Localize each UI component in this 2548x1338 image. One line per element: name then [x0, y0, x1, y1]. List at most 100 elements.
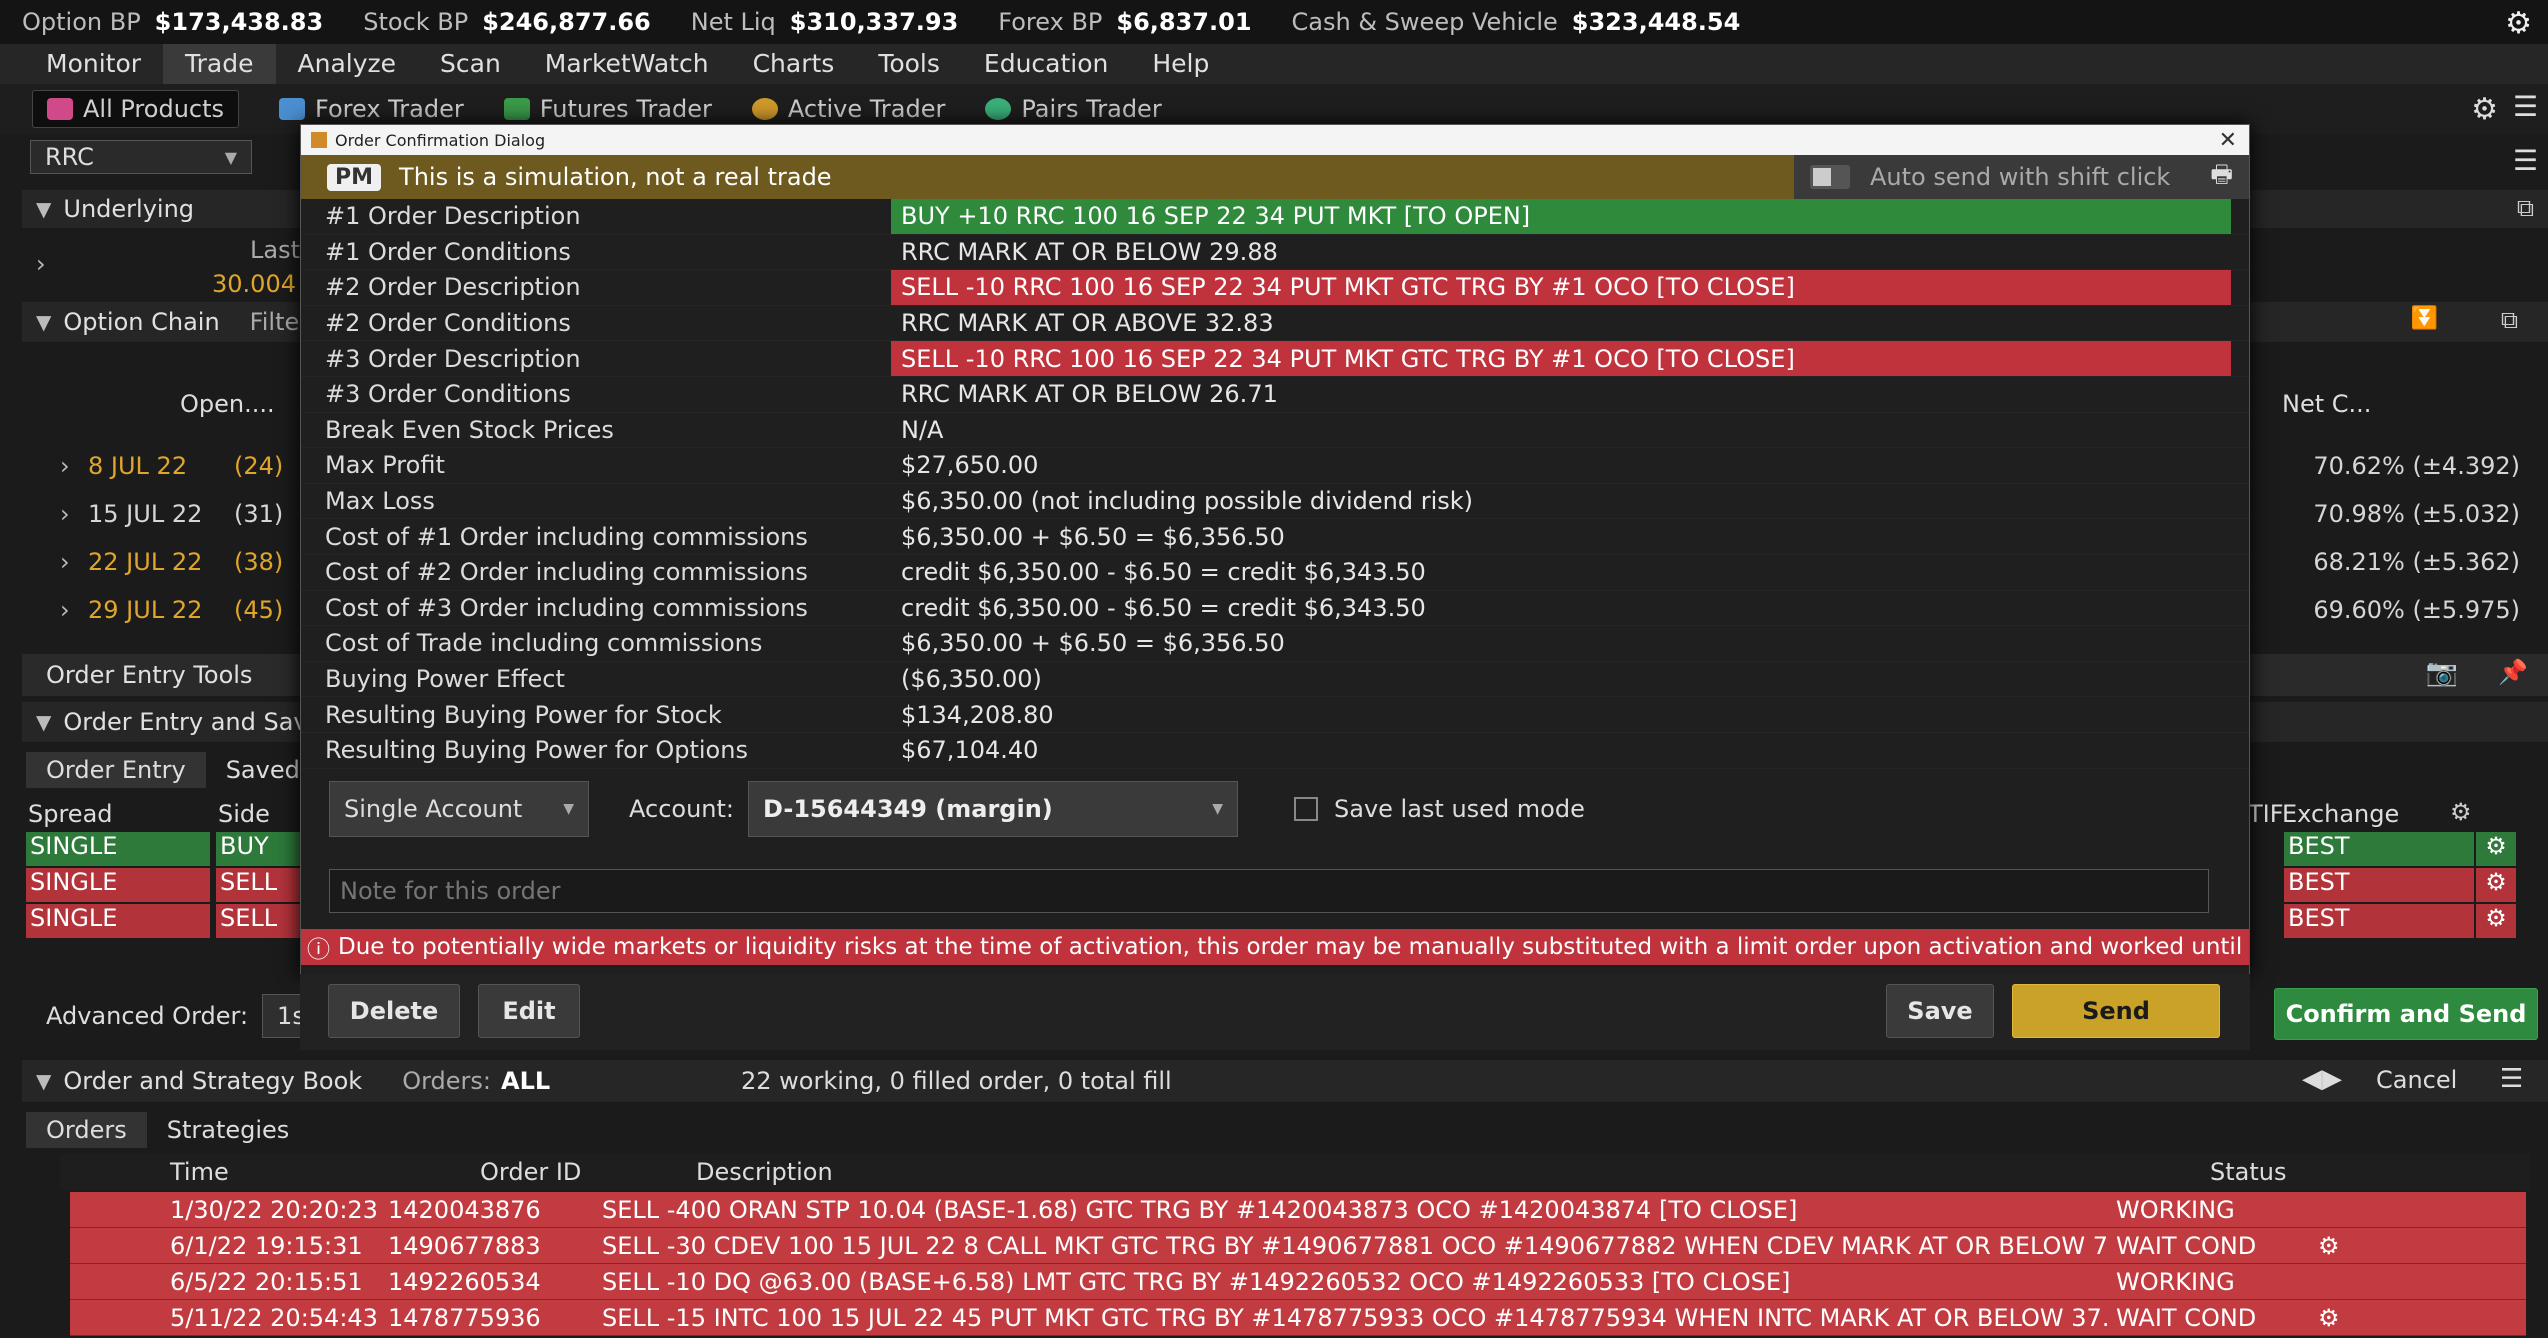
- tab-strategies[interactable]: Strategies: [147, 1112, 310, 1148]
- detail-value: BUY +10 RRC 100 16 SEP 22 34 PUT MKT [TO…: [891, 199, 2231, 234]
- tab-order-entry[interactable]: Order Entry: [26, 752, 206, 788]
- row-settings-icon[interactable]: ⚙: [2318, 1232, 2340, 1260]
- chevron-right-icon: ›: [60, 548, 70, 576]
- orders-filter-value[interactable]: ALL: [501, 1067, 721, 1095]
- leg-spread[interactable]: SINGLE: [26, 832, 210, 866]
- dialog-titlebar[interactable]: Order Confirmation Dialog ✕: [301, 125, 2249, 155]
- cancel-order-button[interactable]: Cancel: [2376, 1066, 2457, 1094]
- leg-exchange[interactable]: BEST: [2284, 832, 2474, 866]
- stock-bp: Stock BP $246,877.66: [363, 8, 669, 36]
- chevron-down-icon[interactable]: ▼: [36, 1069, 51, 1093]
- split-icon[interactable]: ◀▶: [2302, 1064, 2342, 1094]
- edit-button[interactable]: Edit: [478, 984, 580, 1038]
- symbol-input[interactable]: RRC ▼: [30, 140, 252, 174]
- leg-exchange[interactable]: BEST: [2284, 904, 2474, 938]
- option-chain-col-net[interactable]: Net C...: [2282, 390, 2371, 418]
- leg-side[interactable]: BUY: [216, 832, 306, 866]
- detail-value: $6,350.00 + $6.50 = $6,356.50: [901, 629, 1285, 658]
- close-icon[interactable]: ✕: [2219, 128, 2237, 153]
- menu-scan[interactable]: Scan: [418, 44, 523, 84]
- menu-marketwatch[interactable]: MarketWatch: [523, 44, 731, 84]
- leg-settings-icon[interactable]: ⚙: [2476, 904, 2516, 938]
- stock-bp-label: Stock BP: [363, 8, 469, 36]
- all-products-button[interactable]: All Products: [32, 90, 240, 128]
- pairs-trader-button[interactable]: Pairs Trader: [985, 95, 1162, 123]
- col-status[interactable]: Status: [2210, 1158, 2286, 1186]
- order-id: 1490677883: [388, 1231, 541, 1260]
- menu-charts[interactable]: Charts: [731, 44, 857, 84]
- active-trader-button[interactable]: Active Trader: [751, 95, 945, 123]
- table-row[interactable]: 1/30/22 20:20:23 1420043876 SELL -400 OR…: [70, 1192, 2526, 1228]
- list-icon[interactable]: ☰: [2500, 1064, 2523, 1094]
- order-entry-col-side[interactable]: Side: [218, 800, 270, 828]
- option-chain-filter[interactable]: Filte: [250, 308, 300, 336]
- account-value: D-15644349 (margin): [763, 795, 1053, 823]
- chevron-down-icon: ▼: [563, 801, 574, 817]
- account-row: Single Account ▼ Account: D-15644349 (ma…: [329, 781, 1585, 837]
- detail-row: Resulting Buying Power for Stock $134,208…: [301, 697, 2249, 733]
- popout-icon[interactable]: ⧉: [2501, 306, 2518, 334]
- row-settings-icon[interactable]: ⚙: [2318, 1304, 2340, 1332]
- confirm-and-send-button[interactable]: Confirm and Send: [2274, 988, 2538, 1040]
- tab-orders[interactable]: Orders: [26, 1112, 147, 1148]
- cash-sweep-value: $323,448.54: [1571, 8, 1741, 36]
- leg-spread[interactable]: SINGLE: [26, 868, 210, 902]
- col-description[interactable]: Description: [696, 1158, 833, 1186]
- auto-send-toggle[interactable]: [1810, 165, 1851, 189]
- leg-side[interactable]: SELL: [216, 868, 306, 902]
- save-mode-checkbox[interactable]: [1294, 797, 1318, 821]
- menu-education[interactable]: Education: [962, 44, 1130, 84]
- send-button[interactable]: Send: [2012, 984, 2220, 1038]
- order-note-input[interactable]: [329, 869, 2209, 913]
- order-description: SELL -10 DQ @63.00 (BASE+6.58) LMT GTC T…: [602, 1267, 1791, 1296]
- table-row[interactable]: 6/5/22 20:15:51 1492260534 SELL -10 DQ @…: [70, 1264, 2526, 1300]
- table-row[interactable]: 5/11/22 20:54:43 1478775936 SELL -15 INT…: [70, 1300, 2526, 1336]
- chevron-right-icon[interactable]: ›: [36, 250, 46, 278]
- leg-settings-icon[interactable]: ⚙: [2476, 832, 2516, 866]
- list-icon[interactable]: ☰: [2513, 144, 2538, 177]
- popout-icon[interactable]: ⧉: [2517, 194, 2534, 222]
- option-bp-label: Option BP: [22, 8, 141, 36]
- col-order-id[interactable]: Order ID: [480, 1158, 581, 1186]
- table-row[interactable]: 6/1/22 19:15:31 1490677883 SELL -30 CDEV…: [70, 1228, 2526, 1264]
- col-time[interactable]: Time: [170, 1158, 229, 1186]
- account-select[interactable]: D-15644349 (margin) ▼: [748, 781, 1238, 837]
- settings-gear-icon[interactable]: ⚙: [2471, 92, 2498, 127]
- order-description: SELL -30 CDEV 100 15 JUL 22 8 CALL MKT G…: [602, 1231, 2108, 1260]
- detail-row: #1 Order Conditions RRC MARK AT OR BELOW …: [301, 235, 2249, 271]
- gear-icon[interactable]: ⚙: [2505, 6, 2532, 41]
- chevron-right-icon: ›: [60, 452, 70, 480]
- futures-trader-button[interactable]: Futures Trader: [503, 95, 712, 123]
- order-entry-col-exchange[interactable]: Exchange: [2282, 800, 2399, 828]
- leg-side[interactable]: SELL: [216, 904, 306, 938]
- pin-icon[interactable]: 📌: [2498, 658, 2528, 686]
- list-icon[interactable]: ☰: [2513, 90, 2538, 123]
- forex-trader-button[interactable]: Forex Trader: [279, 95, 464, 123]
- warning-icon: ⓘ: [307, 937, 330, 963]
- save-button[interactable]: Save: [1886, 984, 1994, 1038]
- menu-trade[interactable]: Trade: [163, 44, 276, 84]
- menu-analyze[interactable]: Analyze: [276, 44, 419, 84]
- delete-button[interactable]: Delete: [328, 984, 460, 1038]
- detail-row: Max Loss $6,350.00 (not including possibl…: [301, 484, 2249, 520]
- underlying-last-label: Last: [250, 236, 300, 264]
- chevron-down-icon: ▼: [1212, 801, 1223, 817]
- order-entry-col-spread[interactable]: Spread: [28, 800, 113, 828]
- option-chain-col-open[interactable]: Open....: [180, 390, 275, 418]
- menu-help[interactable]: Help: [1130, 44, 1231, 84]
- order-id: 1492260534: [388, 1267, 541, 1296]
- leg-exchange[interactable]: BEST: [2284, 868, 2474, 902]
- menu-monitor[interactable]: Monitor: [24, 44, 163, 84]
- order-entry-col-tif[interactable]: TIF: [2248, 800, 2284, 828]
- account-mode-select[interactable]: Single Account ▼: [329, 781, 589, 837]
- leg-settings-icon[interactable]: ⚙: [2476, 868, 2516, 902]
- forex-bp-label: Forex BP: [998, 8, 1103, 36]
- detail-row: Cost of #2 Order including commissions cr…: [301, 555, 2249, 591]
- print-icon[interactable]: 🖶: [2210, 157, 2233, 198]
- collapse-icon[interactable]: ⏬: [2411, 306, 2438, 331]
- leg-spread[interactable]: SINGLE: [26, 904, 210, 938]
- advanced-order: Advanced Order: 1st: [46, 994, 323, 1038]
- camera-icon[interactable]: 📷: [2426, 658, 2458, 688]
- column-settings-icon[interactable]: ⚙: [2450, 798, 2472, 826]
- menu-tools[interactable]: Tools: [856, 44, 962, 84]
